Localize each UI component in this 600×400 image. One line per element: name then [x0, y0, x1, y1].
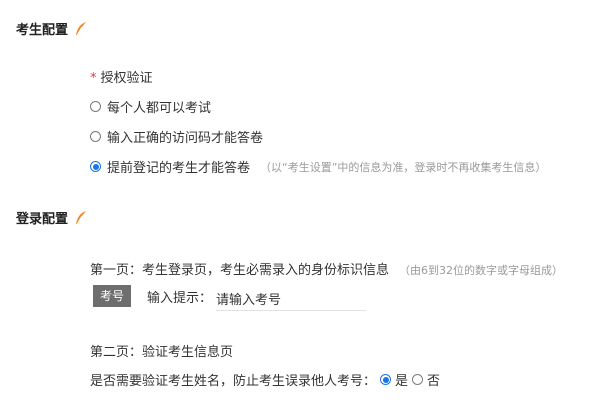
input-hint-value[interactable]: 请输入考号 [216, 289, 281, 308]
login-page2-title: 第二页：验证考生信息页 [90, 345, 234, 360]
verify-name-row: 是否需要验证考生姓名，防止考生误录他人考号： 是 否 [90, 370, 440, 389]
section-title-text: 登录配置 [16, 212, 69, 227]
auth-option-label: 输入正确的访问码才能答卷 [107, 131, 264, 146]
feather-icon [76, 21, 87, 35]
verify-name-question: 是否需要验证考生姓名，防止考生误录他人考号： [90, 374, 377, 389]
feather-icon [76, 210, 87, 224]
auth-option-label: 提前登记的考生才能答卷 [107, 161, 251, 176]
verify-name-no-label: 否 [427, 374, 441, 389]
auth-label-text: 授权验证 [100, 71, 153, 86]
radio-button[interactable] [90, 101, 101, 112]
radio-button[interactable] [412, 374, 424, 385]
verify-name-yes-label: 是 [395, 374, 409, 389]
login-page1-hint: （由6到32位的数字或字母组成） [399, 264, 564, 277]
input-hint-field[interactable]: 请输入考号 [216, 286, 366, 311]
login-page1-description: 第一页：考生登录页，考生必需录入的身份标识信息 （由6到32位的数字或字母组成） [90, 259, 563, 278]
radio-button-checked[interactable] [90, 161, 101, 172]
field-badge-exam-number: 考号 [93, 285, 132, 307]
auth-option-everyone[interactable]: 每个人都可以考试 [90, 97, 211, 116]
required-mark: * [90, 71, 97, 86]
verify-name-yes-option[interactable]: 是 [380, 370, 408, 389]
radio-button-checked[interactable] [380, 374, 392, 385]
section-title-text: 考生配置 [16, 23, 69, 38]
auth-option-note: （以“考生设置”中的信息为准，登录时不再收集考生信息） [260, 160, 547, 174]
section-title-candidate-config: 考生配置 [16, 19, 88, 38]
radio-button[interactable] [90, 131, 101, 142]
input-hint-label: 输入提示： [147, 290, 213, 306]
auth-label: * 授权验证 [90, 67, 153, 86]
auth-option-label: 每个人都可以考试 [107, 101, 212, 116]
section-title-login-config: 登录配置 [16, 208, 88, 227]
login-page1-text: 第一页：考生登录页，考生必需录入的身份标识信息 [90, 263, 390, 278]
verify-name-no-option[interactable]: 否 [412, 370, 440, 389]
auth-option-access-code[interactable]: 输入正确的访问码才能答卷 [90, 127, 263, 146]
login-page1-field-row: 考号 输入提示： [93, 285, 212, 307]
auth-option-registered[interactable]: 提前登记的考生才能答卷 （以“考生设置”中的信息为准，登录时不再收集考生信息） [90, 157, 546, 176]
